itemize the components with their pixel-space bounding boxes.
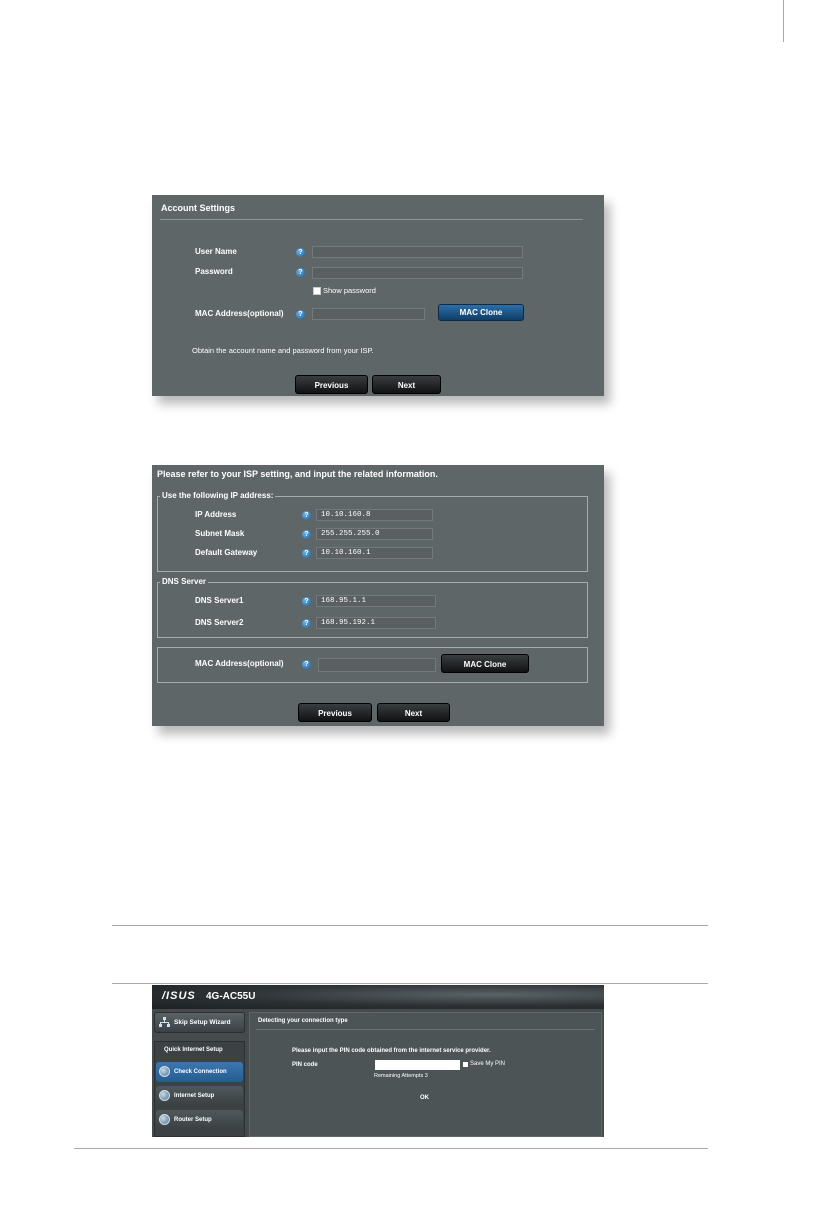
previous-button[interactable]: Previous (295, 375, 368, 394)
dns-server1-input[interactable]: 168.95.1.1 (316, 595, 436, 607)
ip-address-input[interactable]: 10.10.160.8 (316, 509, 433, 521)
default-gateway-input[interactable]: 10.10.160.1 (316, 547, 433, 559)
ip-address-label: IP Address (195, 510, 237, 519)
static-ip-title: Please refer to your ISP setting, and in… (157, 469, 438, 479)
mac-address-input[interactable] (312, 308, 425, 320)
quick-setup-title: Quick Internet Setup (164, 1047, 223, 1053)
router-main-panel: Detecting your connection type Please in… (249, 1012, 602, 1137)
footer-rule (74, 1148, 708, 1149)
note-bottom-rule (112, 983, 708, 984)
default-gateway-label: Default Gateway (195, 548, 258, 557)
save-my-pin-label: Save My PIN (470, 1061, 506, 1067)
account-settings-title: Account Settings (161, 203, 236, 213)
mac-help-icon[interactable]: ? (302, 660, 311, 669)
ok-button[interactable]: OK (420, 1095, 429, 1101)
next-button[interactable]: Next (377, 703, 450, 722)
router-main-title: Detecting your connection type (258, 1018, 348, 1024)
default-gateway-help-icon[interactable]: ? (302, 549, 311, 558)
password-help-icon[interactable]: ? (296, 268, 305, 277)
password-input[interactable] (312, 267, 523, 279)
mac-address-label: MAC Address(optional) (195, 659, 284, 668)
nav-router-setup-label: Router Setup (174, 1117, 212, 1123)
username-label: User Name (195, 247, 237, 256)
skip-setup-wizard-label: Skip Setup Wizard (174, 1019, 231, 1026)
password-label: Password (195, 267, 233, 276)
next-button[interactable]: Next (372, 375, 441, 394)
remaining-attempts: Remaining Attempts 3 (374, 1073, 428, 1079)
mac-help-icon[interactable]: ? (296, 310, 305, 319)
nav-router-setup[interactable]: Router Setup (156, 1110, 243, 1130)
router-screenshot: /ISUS 4G-AC55U Skip Setup Wizard Quick I… (152, 985, 604, 1137)
mac-address-input[interactable] (318, 658, 436, 672)
show-password-label: Show password (323, 286, 376, 295)
asus-logo: /ISUS (162, 990, 196, 1002)
dns-server2-help-icon[interactable]: ? (302, 619, 311, 628)
dns-server1-help-icon[interactable]: ? (302, 597, 311, 606)
internet-setup-icon (159, 1090, 170, 1101)
static-ip-panel: Please refer to your ISP setting, and in… (152, 465, 604, 726)
check-connection-icon (159, 1066, 170, 1077)
ip-address-help-icon[interactable]: ? (302, 511, 311, 520)
previous-button[interactable]: Previous (298, 703, 372, 722)
main-title-divider (256, 1029, 595, 1030)
dns-server-group (157, 582, 588, 638)
ip-address-group-legend: Use the following IP address: (160, 491, 276, 501)
router-header: /ISUS 4G-AC55U (152, 985, 604, 1009)
show-password-checkbox[interactable] (313, 287, 321, 295)
pin-code-label: PIN code (292, 1062, 318, 1068)
dns-server-group-legend: DNS Server (160, 577, 209, 587)
subnet-mask-input[interactable]: 255.255.255.0 (316, 528, 433, 540)
username-help-icon[interactable]: ? (296, 248, 305, 257)
account-settings-panel: Account Settings User Name ? Password ? … (152, 195, 604, 396)
router-setup-icon (159, 1114, 170, 1125)
dns-server2-label: DNS Server2 (195, 618, 244, 627)
nav-internet-setup[interactable]: Internet Setup (156, 1086, 243, 1106)
isp-note: Obtain the account name and password fro… (192, 346, 374, 355)
mac-clone-button[interactable]: MAC Clone (438, 304, 524, 321)
nav-internet-setup-label: Internet Setup (174, 1093, 215, 1099)
network-icon (159, 1017, 170, 1028)
page-margin-line (783, 0, 784, 42)
dns-server1-label: DNS Server1 (195, 596, 244, 605)
title-divider (160, 219, 583, 220)
router-model: 4G-AC55U (206, 991, 256, 1002)
subnet-mask-label: Subnet Mask (195, 529, 245, 538)
username-input[interactable] (312, 246, 523, 258)
pin-code-input[interactable] (375, 1060, 460, 1070)
mac-address-label: MAC Address(optional) (195, 309, 284, 318)
pin-instruction: Please input the PIN code obtained from … (292, 1048, 491, 1054)
nav-check-connection-label: Check Connection (174, 1069, 227, 1075)
note-top-rule (112, 925, 708, 926)
quick-setup-box: Quick Internet Setup Check Connection In… (154, 1041, 245, 1137)
nav-check-connection[interactable]: Check Connection (156, 1062, 243, 1082)
skip-setup-wizard-button[interactable]: Skip Setup Wizard (154, 1012, 245, 1033)
dns-server2-input[interactable]: 168.95.192.1 (316, 617, 436, 629)
mac-clone-button[interactable]: MAC Clone (441, 654, 529, 673)
save-my-pin-checkbox[interactable] (463, 1062, 468, 1067)
subnet-mask-help-icon[interactable]: ? (302, 530, 311, 539)
